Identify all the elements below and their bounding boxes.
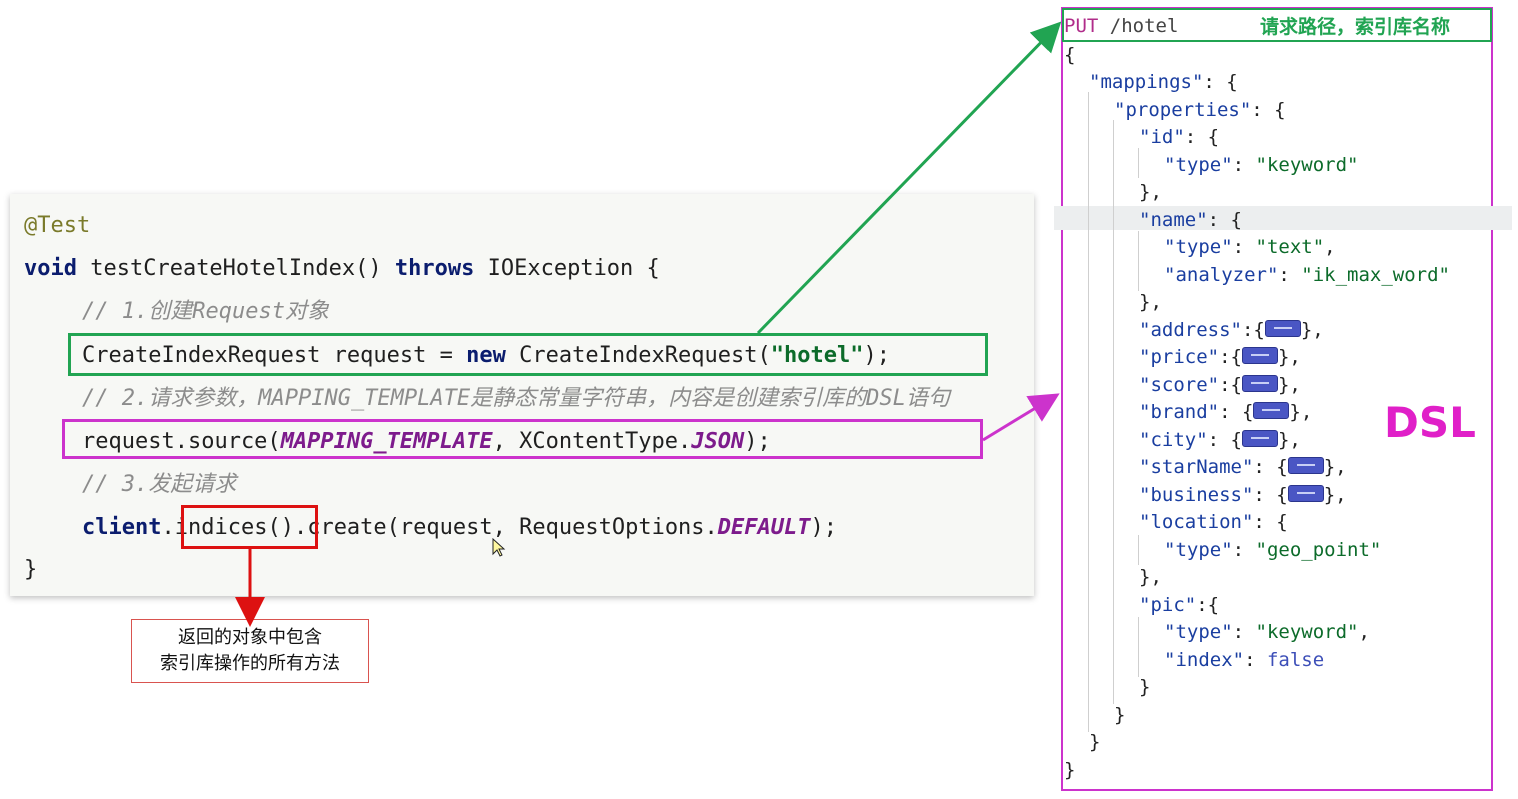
- type-key: "type": [1164, 621, 1233, 643]
- indent-guide: [1138, 535, 1139, 565]
- request-path-label: 请求路径，索引库名称: [1260, 16, 1451, 38]
- score-key: "score": [1139, 374, 1220, 396]
- analyzer-key: "analyzer": [1164, 264, 1279, 286]
- index-key: "index": [1164, 649, 1245, 671]
- indent-guide: [1088, 92, 1089, 732]
- mappings-key: "mappings": [1089, 71, 1204, 93]
- type-value: "keyword": [1255, 621, 1359, 643]
- json-city: "city": {},: [1139, 429, 1301, 451]
- indent-guide: [1138, 617, 1139, 677]
- type-key: "type": [1164, 154, 1233, 176]
- location-rest: : {: [1253, 511, 1288, 533]
- starname-key: "starName": [1139, 456, 1254, 478]
- address-key: "address": [1139, 319, 1242, 341]
- json-mappings-close: }: [1089, 731, 1101, 753]
- json-name-analyzer: "analyzer": "ik_max_word": [1164, 264, 1450, 286]
- properties-key: "properties": [1114, 99, 1252, 121]
- brand-key: "brand": [1139, 401, 1220, 423]
- json-mappings: "mappings": {: [1089, 71, 1238, 93]
- name-key: "name": [1139, 209, 1208, 231]
- name-rest: : {: [1207, 209, 1242, 231]
- collapsed-icon[interactable]: [1241, 375, 1278, 392]
- green-arrow: [756, 21, 1062, 335]
- mappings-rest: : {: [1203, 71, 1238, 93]
- type-key: "type": [1164, 539, 1233, 561]
- json-id-type: "type": "keyword": [1164, 154, 1359, 176]
- json-name-close: },: [1139, 291, 1162, 313]
- json-score: "score":{},: [1139, 374, 1301, 396]
- json-open: {: [1064, 44, 1076, 66]
- collapsed-icon[interactable]: [1253, 402, 1290, 419]
- properties-rest: : {: [1251, 99, 1286, 121]
- json-location: "location": {: [1139, 511, 1288, 533]
- json-properties-close: }: [1114, 704, 1126, 726]
- location-key: "location": [1139, 511, 1254, 533]
- request-path: PUT /hotel: [1064, 15, 1178, 37]
- json-business: "business": {},: [1139, 484, 1347, 506]
- json-brand: "brand": {},: [1139, 401, 1313, 423]
- json-properties: "properties": {: [1114, 99, 1286, 121]
- dsl-label: DSL: [1384, 398, 1476, 447]
- json-id: "id": {: [1139, 126, 1219, 148]
- type-value: "geo_point": [1255, 539, 1382, 561]
- json-location-type: "type": "geo_point": [1164, 539, 1382, 561]
- index-value: false: [1266, 649, 1325, 671]
- collapsed-icon[interactable]: [1287, 485, 1324, 502]
- id-key: "id": [1139, 126, 1185, 148]
- indent-guide: [1138, 148, 1139, 178]
- json-starname: "starName": {},: [1139, 456, 1347, 478]
- collapsed-icon[interactable]: [1241, 430, 1278, 447]
- current-line-highlight: [1054, 206, 1512, 230]
- type-value: "keyword": [1255, 154, 1359, 176]
- json-name-type: "type": "text",: [1164, 236, 1336, 258]
- type-key: "type": [1164, 236, 1233, 258]
- http-method: PUT: [1064, 15, 1099, 37]
- indent-guide: [1138, 231, 1139, 291]
- json-pic: "pic":{: [1139, 594, 1219, 616]
- index-path: /hotel: [1098, 15, 1179, 37]
- json-id-close: },: [1139, 181, 1162, 203]
- collapsed-icon[interactable]: [1264, 320, 1301, 337]
- type-value: "text": [1255, 236, 1325, 258]
- analyzer-value: "ik_max_word": [1301, 264, 1450, 286]
- json-location-close: },: [1139, 566, 1162, 588]
- indent-guide: [1113, 120, 1114, 704]
- collapsed-icon[interactable]: [1287, 457, 1324, 474]
- magenta-arrow: [982, 393, 1060, 442]
- json-root-close: }: [1064, 759, 1076, 781]
- json-pic-close: }: [1139, 676, 1151, 698]
- json-address: "address":{},: [1139, 319, 1324, 341]
- collapsed-icon[interactable]: [1241, 347, 1278, 364]
- id-rest: : {: [1184, 126, 1220, 148]
- json-pic-index: "index": false: [1164, 649, 1325, 671]
- city-key: "city": [1139, 429, 1208, 451]
- json-price: "price":{},: [1139, 346, 1301, 368]
- pic-key: "pic": [1139, 594, 1197, 616]
- price-key: "price": [1139, 346, 1220, 368]
- json-pic-type: "type": "keyword",: [1164, 621, 1370, 643]
- pic-rest: :{: [1196, 594, 1220, 616]
- json-name: "name": {: [1139, 209, 1242, 231]
- business-key: "business": [1139, 484, 1254, 506]
